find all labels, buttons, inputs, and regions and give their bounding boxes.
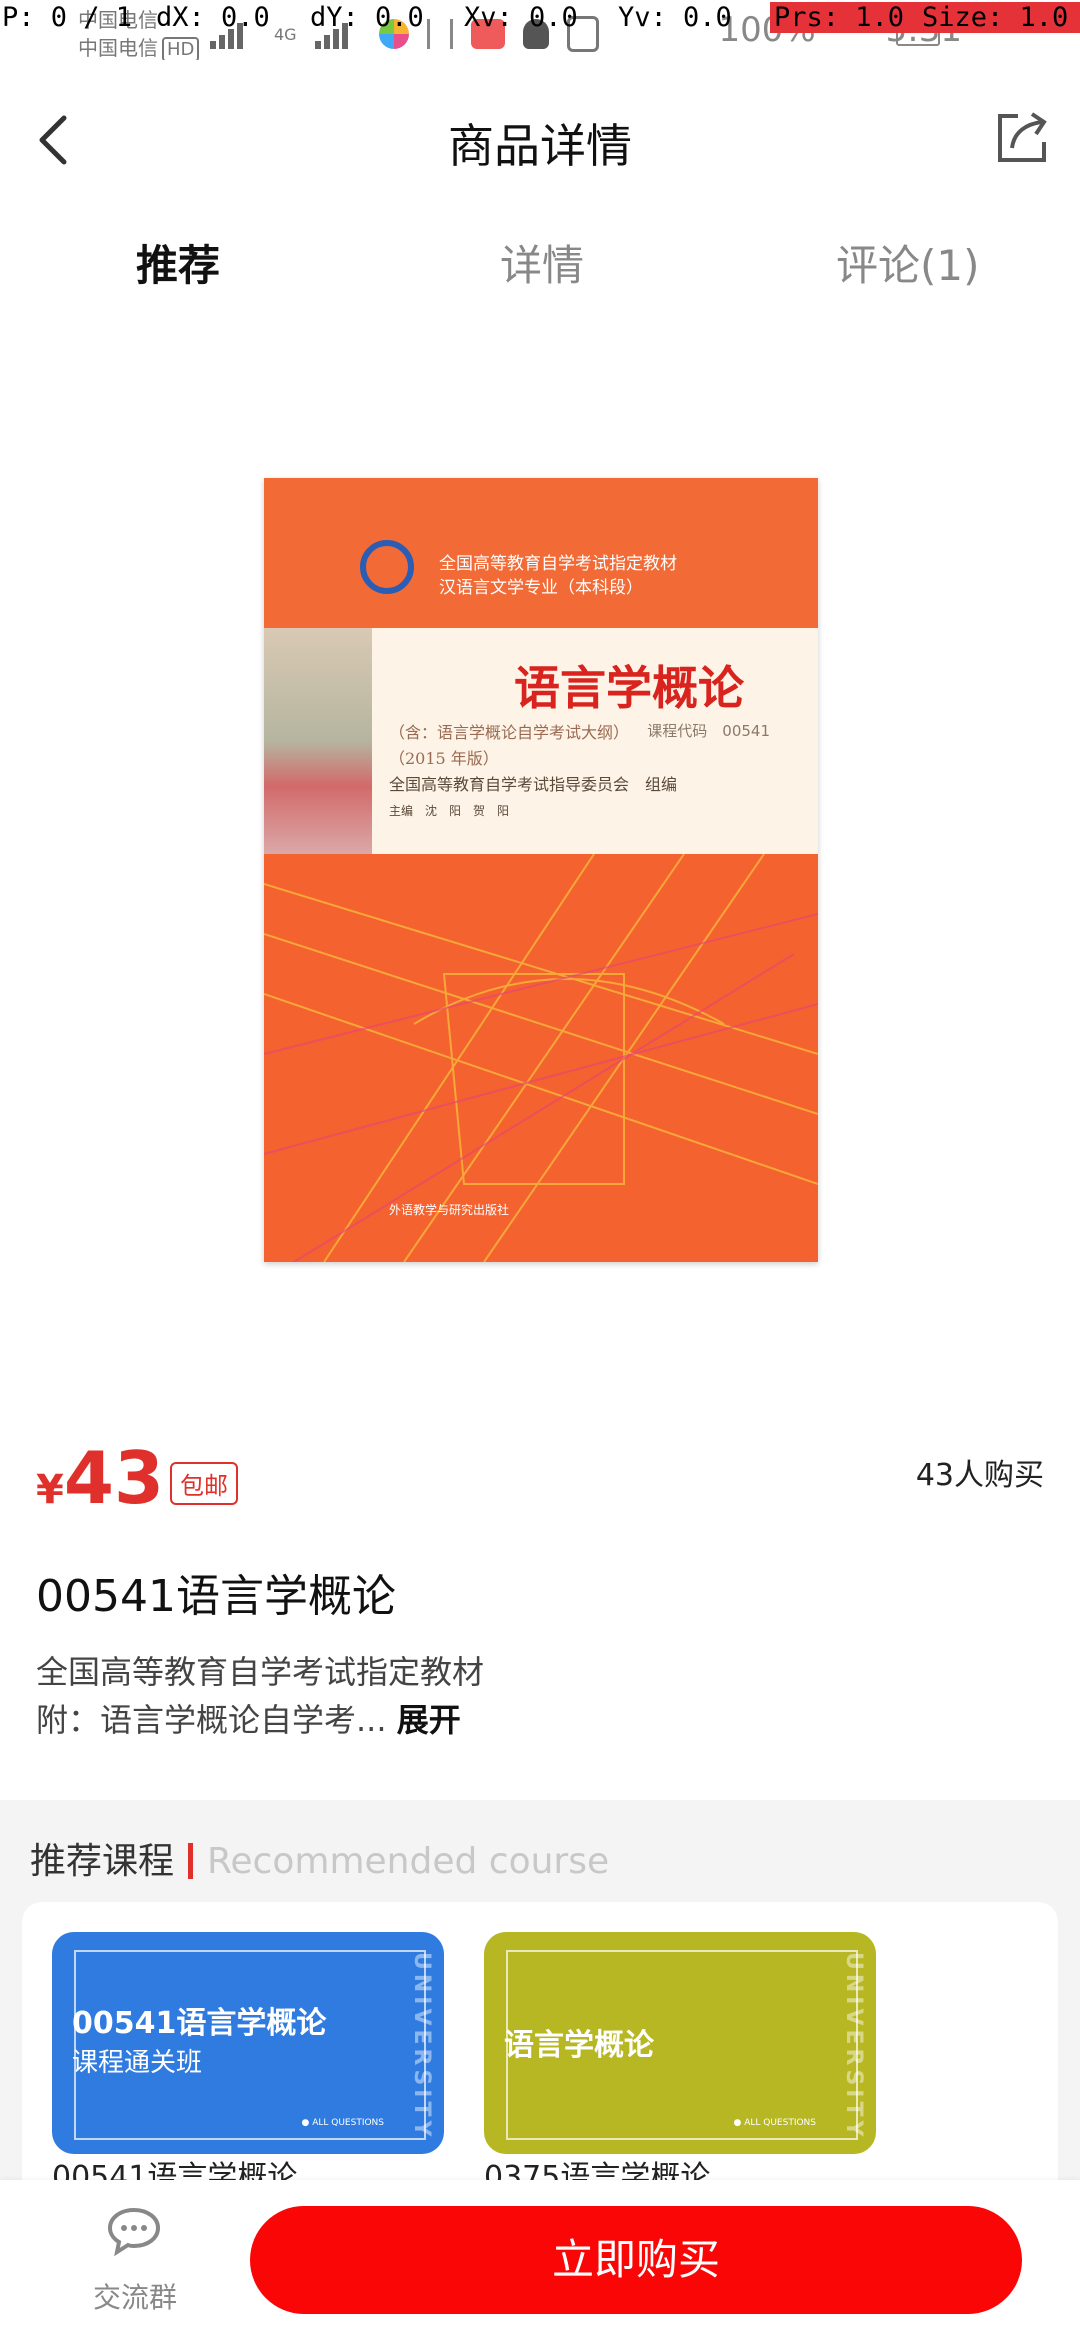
product-info: ¥43 包邮 43人购买 00541语言学概论 全国高等教育自学考试指定教材 附… — [0, 1380, 1080, 1800]
course-card-1[interactable]: 00541语言学概论 课程通关班 UNIVERSITY ● ALL QUESTI… — [52, 1932, 444, 2154]
tab-bar: 推荐 详情 评论(1) — [0, 220, 1080, 330]
cover-subtitle-line1: （含：语言学概论自学考试大纲） — [389, 723, 630, 742]
nav-bar: 商品详情 — [0, 60, 1080, 220]
product-name: 00541语言学概论 — [36, 1571, 396, 1622]
card-watermark: UNIVERSITY — [409, 1952, 434, 2141]
debug-dy: dY: 0.0 — [310, 2, 424, 33]
debug-pointer: P: 0 / 1 — [2, 2, 133, 33]
chat-group-label[interactable]: 交流群 — [0, 2276, 270, 2316]
tab-details[interactable]: 详情 — [500, 232, 584, 293]
cover-series-line2: 汉语言文学专业（本科段） — [439, 578, 643, 598]
pointer-debug-overlay: P: 0 / 1 dX: 0.0 dY: 0.0 Xv: 0.0 Yv: 0.0… — [0, 0, 1080, 38]
cover-title-band: 语言学概论 （含：语言学概论自学考试大纲） （2015 年版） 全国高等教育自学… — [264, 628, 818, 854]
debug-dx: dX: 0.0 — [156, 2, 270, 33]
cover-title: 语言学概论 — [514, 661, 744, 715]
free-shipping-badge: 包邮 — [170, 1462, 238, 1505]
course-card-title: 语言学概论 — [504, 2028, 654, 2063]
card-watermark: UNIVERSITY — [841, 1952, 866, 2141]
bottom-action-bar: 交流群 立即购买 — [0, 2180, 1080, 2340]
cover-series-line1: 全国高等教育自学考试指定教材 — [439, 554, 677, 574]
expand-link[interactable]: 展开 — [397, 1701, 461, 1739]
course-code-label: 课程代码 — [647, 722, 708, 740]
course-card-subtitle: 课程通关班 — [72, 2048, 203, 2078]
product-description: 全国高等教育自学考试指定教材 附：语言学概论自学考... 展开 — [36, 1648, 484, 1744]
header-divider — [188, 1843, 194, 1879]
buyer-count: 43人购买 — [915, 1458, 1044, 1493]
recommended-header: 推荐课程 Recommended course — [30, 1832, 609, 1884]
debug-yv: Yv: 0.0 — [618, 2, 732, 33]
price-value: 43 — [63, 1436, 165, 1520]
recommended-subtitle: Recommended course — [207, 1841, 610, 1882]
card-tag: ● ALL QUESTIONS — [733, 2118, 816, 2128]
cover-line-pattern — [264, 854, 818, 1262]
share-icon[interactable] — [994, 110, 1050, 166]
cover-subtitle-line2: （2015 年版） — [389, 749, 499, 768]
currency-symbol: ¥ — [36, 1467, 64, 1513]
course-card-2[interactable]: 语言学概论 UNIVERSITY ● ALL QUESTIONS — [484, 1932, 876, 2154]
recommended-title: 推荐课程 — [30, 1841, 175, 1882]
book-cover-image: 全国高等教育自学考试指定教材 汉语言文学专业（本科段） 语言学概论 （含：语言学… — [264, 478, 818, 1262]
card-tag: ● ALL QUESTIONS — [301, 2118, 384, 2128]
description-line2: 附：语言学概论自学考... — [36, 1701, 387, 1739]
tab-recommend[interactable]: 推荐 — [136, 232, 220, 293]
description-line1: 全国高等教育自学考试指定教材 — [36, 1653, 485, 1691]
carrier-bottom: 中国电信 — [78, 36, 158, 60]
course-code-value: 00541 — [722, 722, 770, 740]
cover-subtitle: （含：语言学概论自学考试大纲） （2015 年版） 全国高等教育自学考试指导委员… — [389, 720, 677, 824]
debug-size: Size: 1.0 — [918, 2, 1080, 33]
buy-now-button[interactable]: 立即购买 — [250, 2206, 1022, 2314]
page-title: 商品详情 — [448, 119, 632, 173]
cover-series: 全国高等教育自学考试指定教材 汉语言文学专业（本科段） — [439, 552, 677, 600]
debug-pressure: Prs: 1.0 — [770, 2, 926, 33]
cover-landscape-image — [264, 628, 372, 854]
cover-publisher: 外语教学与研究出版社 — [389, 1203, 510, 1217]
course-card-title: 00541语言学概论 — [72, 2006, 327, 2041]
tab-reviews[interactable]: 评论(1) — [836, 232, 980, 293]
product-image-area: 全国高等教育自学考试指定教材 汉语言文学专业（本科段） 语言学概论 （含：语言学… — [0, 330, 1080, 1380]
publisher-logo-icon — [360, 540, 414, 594]
hd-badge: HD — [162, 37, 200, 62]
price: ¥43 — [36, 1436, 164, 1520]
cover-committee: 全国高等教育自学考试指导委员会 组编 — [389, 775, 678, 794]
chat-bubble-icon[interactable] — [106, 2206, 162, 2256]
debug-xv: Xv: 0.0 — [464, 2, 578, 33]
cover-editors: 主编 沈 阳 贺 阳 — [389, 804, 510, 818]
cover-course-code: 课程代码 00541 — [647, 720, 770, 741]
